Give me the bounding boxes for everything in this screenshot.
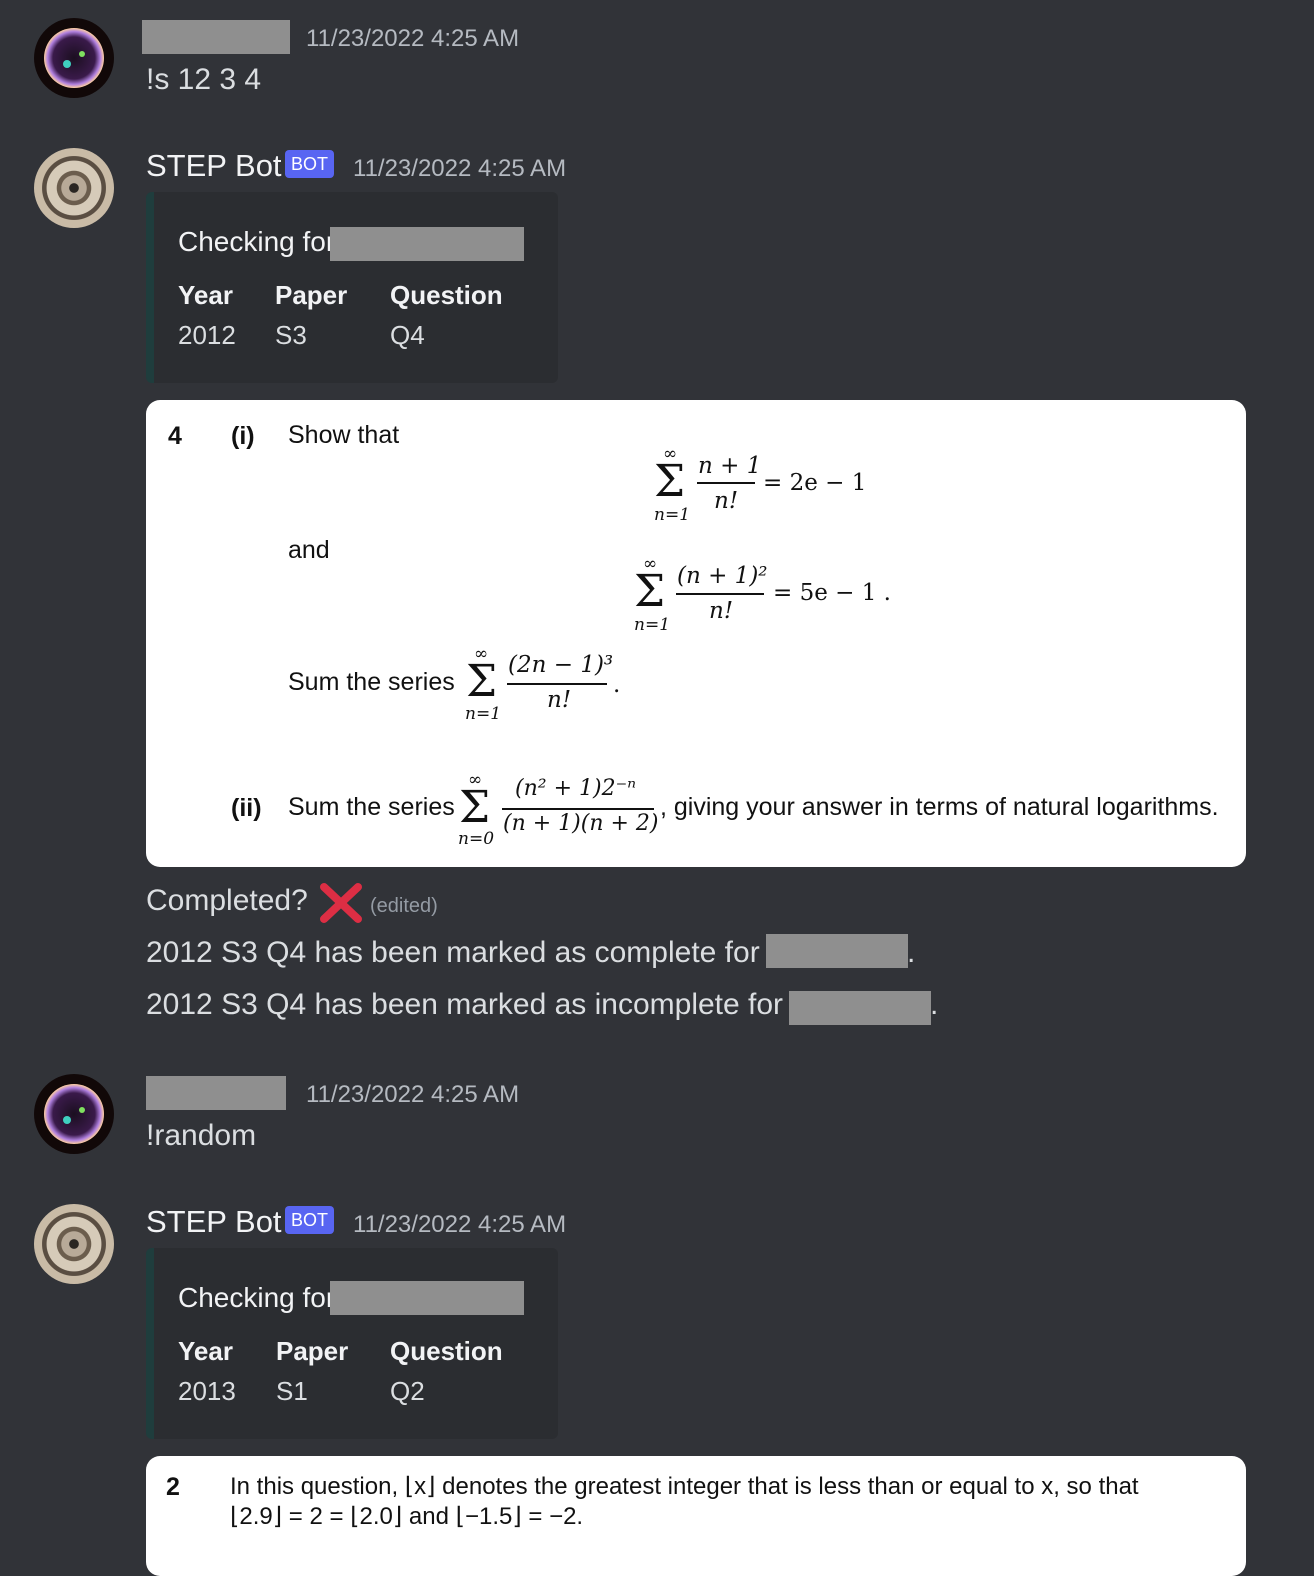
completed-text: Completed? xyxy=(146,884,308,917)
part-label: (ii) xyxy=(231,794,262,822)
question-text: and xyxy=(288,536,330,564)
fraction-denominator: (n + 1)(n + 2) xyxy=(503,811,659,836)
field-header-paper: Paper xyxy=(275,280,348,310)
sigma-symbol: Σ xyxy=(459,782,491,833)
field-header-question: Question xyxy=(390,1336,503,1366)
bot-username[interactable]: STEP Bot xyxy=(146,148,282,184)
period: . xyxy=(907,936,916,969)
field-header-question: Question xyxy=(390,280,503,310)
message-text: !s 12 3 4 xyxy=(146,63,262,96)
user-avatar[interactable] xyxy=(34,1074,114,1154)
username-redacted xyxy=(330,1281,524,1315)
sum-lower: n=1 xyxy=(654,505,691,525)
bot-badge: BOT xyxy=(285,1206,335,1234)
fraction-line xyxy=(507,683,607,685)
embed-title: Checking for xyxy=(178,226,336,257)
message-timestamp: 11/23/2022 4:25 AM xyxy=(353,155,567,182)
question-number: 4 xyxy=(168,422,182,450)
user-avatar[interactable] xyxy=(34,18,114,98)
question-text: In this question, ⌊x⌋ denotes the greate… xyxy=(230,1473,1139,1500)
embed-card: Checking for Year Paper Question 2013 S1… xyxy=(146,1248,558,1439)
bubble-icon xyxy=(44,28,104,88)
period: . xyxy=(930,988,939,1021)
fraction-numerator: (n + 1)² xyxy=(677,563,768,589)
sum-lower: n=1 xyxy=(465,704,502,724)
embed-title: Checking for xyxy=(178,1282,336,1313)
fraction-numerator: (n² + 1)2⁻ⁿ xyxy=(515,776,637,801)
username-redacted[interactable] xyxy=(142,20,290,54)
part-label: (i) xyxy=(231,422,255,450)
username-redacted[interactable] xyxy=(146,1076,286,1110)
field-value-question: Q2 xyxy=(390,1376,425,1406)
fraction-line xyxy=(697,482,755,484)
question-text: ⌊2.9⌋ = 2 = ⌊2.0⌋ and ⌊−1.5⌋ = −2. xyxy=(230,1503,584,1530)
equation-rhs: = 5e − 1 . xyxy=(773,580,891,606)
username-redacted xyxy=(766,934,908,968)
username-redacted xyxy=(789,991,931,1025)
field-value-question: Q4 xyxy=(390,320,425,350)
field-header-year: Year xyxy=(178,280,233,310)
field-value-year: 2012 xyxy=(178,320,236,350)
question-image[interactable]: 2 In this question, ⌊x⌋ denotes the grea… xyxy=(146,1456,1246,1576)
field-header-paper: Paper xyxy=(276,1336,349,1366)
field-value-paper: S3 xyxy=(275,320,307,350)
equation-rhs: = 2e − 1 xyxy=(763,470,867,496)
username-redacted xyxy=(330,227,524,261)
complete-line: 2012 S3 Q4 has been marked as complete f… xyxy=(146,936,760,969)
sum-lower: n=0 xyxy=(458,829,495,849)
question-image[interactable]: 4 (i) Show that ∞ Σ n=1 n + 1 n! = 2e − … xyxy=(146,400,1246,867)
question-text: Sum the series xyxy=(288,793,455,821)
fraction-line xyxy=(676,593,764,595)
fraction-denominator: n! xyxy=(547,687,572,713)
bot-avatar[interactable] xyxy=(34,1204,114,1284)
fraction-numerator: (2n − 1)³ xyxy=(508,652,614,678)
question-text: , giving your answer in terms of natural… xyxy=(660,793,1219,821)
bubble-icon xyxy=(44,1084,104,1144)
message-text: !random xyxy=(146,1119,257,1152)
field-header-year: Year xyxy=(178,1336,233,1366)
incomplete-line: 2012 S3 Q4 has been marked as incomplete… xyxy=(146,988,784,1021)
bot-badge: BOT xyxy=(285,150,335,178)
fraction-denominator: n! xyxy=(714,488,739,514)
period: . xyxy=(613,672,621,698)
fraction-numerator: n + 1 xyxy=(698,453,762,479)
bot-username[interactable]: STEP Bot xyxy=(146,1204,282,1240)
embed-card: Checking for Year Paper Question 2012 S3… xyxy=(146,192,558,383)
fraction-line xyxy=(502,808,654,810)
message-timestamp: 11/23/2022 4:25 AM xyxy=(306,25,520,52)
bot-avatar[interactable] xyxy=(34,148,114,228)
message-timestamp: 11/23/2022 4:25 AM xyxy=(353,1211,567,1238)
sigma-symbol: Σ xyxy=(654,456,686,507)
sigma-symbol: Σ xyxy=(634,566,666,617)
cross-mark-icon xyxy=(320,883,362,923)
sigma-symbol: Σ xyxy=(466,656,498,707)
question-text: Show that xyxy=(288,421,400,449)
field-value-paper: S1 xyxy=(276,1376,308,1406)
message-timestamp: 11/23/2022 4:25 AM xyxy=(306,1081,520,1108)
field-value-year: 2013 xyxy=(178,1376,236,1406)
question-number: 2 xyxy=(166,1473,180,1501)
sum-lower: n=1 xyxy=(634,615,671,635)
fraction-denominator: n! xyxy=(709,598,734,624)
question-text: Sum the series xyxy=(288,668,455,696)
edited-label: (edited) xyxy=(370,895,438,917)
